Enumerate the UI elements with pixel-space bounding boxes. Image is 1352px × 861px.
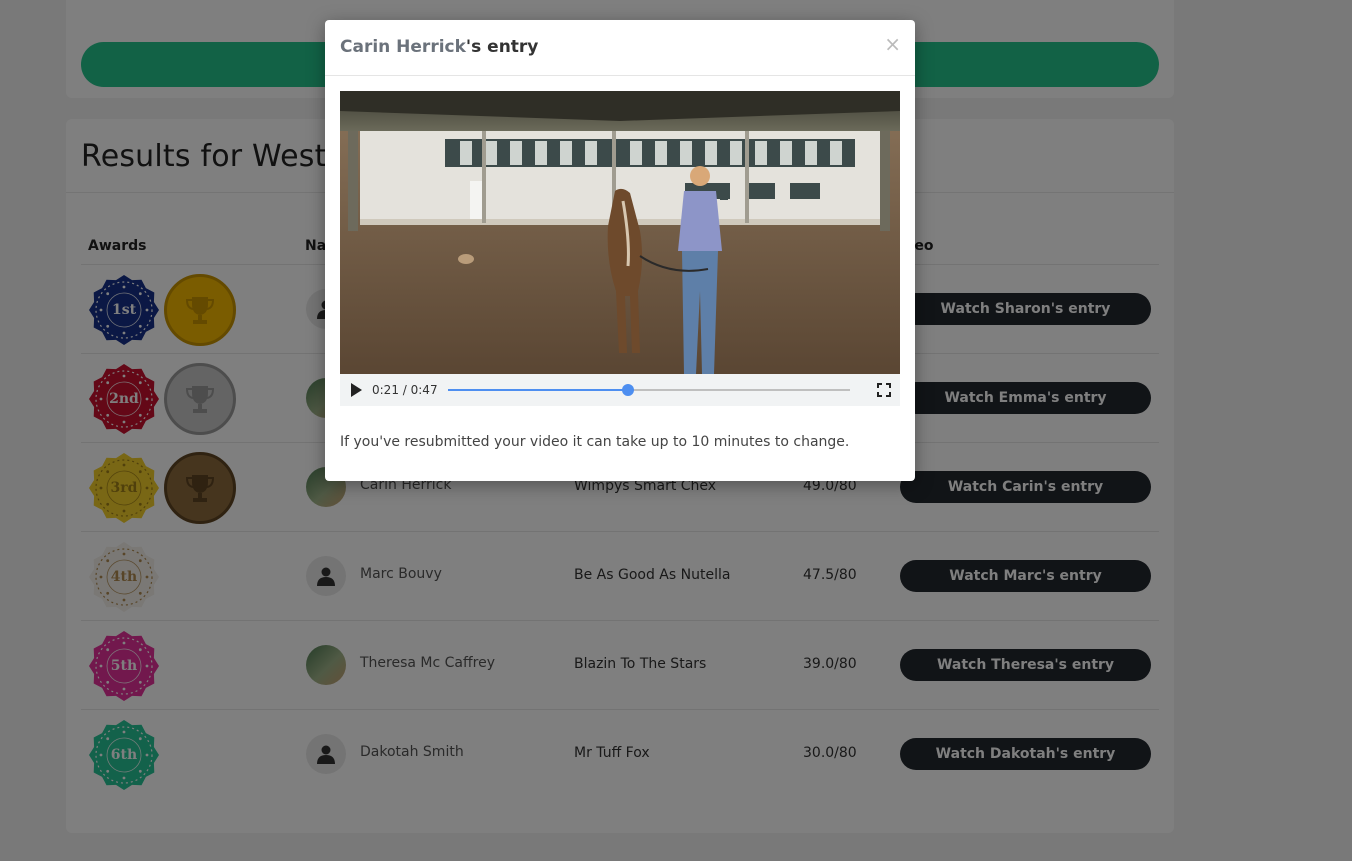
time-total: 0:47 <box>410 383 438 397</box>
seek-handle[interactable] <box>621 384 634 396</box>
modal-title: Carin Herrick's entry <box>340 37 538 57</box>
video-player[interactable] <box>340 91 900 374</box>
fullscreen-icon[interactable] <box>877 383 891 397</box>
close-icon[interactable]: × <box>884 32 901 56</box>
video-time: 0:21 / 0:47 <box>372 383 438 397</box>
video-controls: 0:21 / 0:47 <box>340 374 900 406</box>
time-current: 0:21 <box>372 383 399 397</box>
video-frame <box>340 91 900 374</box>
seek-bar[interactable] <box>448 384 850 396</box>
seek-progress <box>448 389 628 391</box>
modal-header: Carin Herrick's entry × <box>325 20 915 76</box>
time-separator: / <box>398 383 411 397</box>
play-icon[interactable] <box>351 383 362 397</box>
resubmit-note: If you've resubmitted your video it can … <box>340 434 850 450</box>
modal-title-name: Carin Herrick <box>340 37 466 57</box>
entry-modal: Carin Herrick's entry × 0:21 / 0:47 If y… <box>325 20 915 481</box>
modal-title-suffix: 's entry <box>465 37 539 57</box>
